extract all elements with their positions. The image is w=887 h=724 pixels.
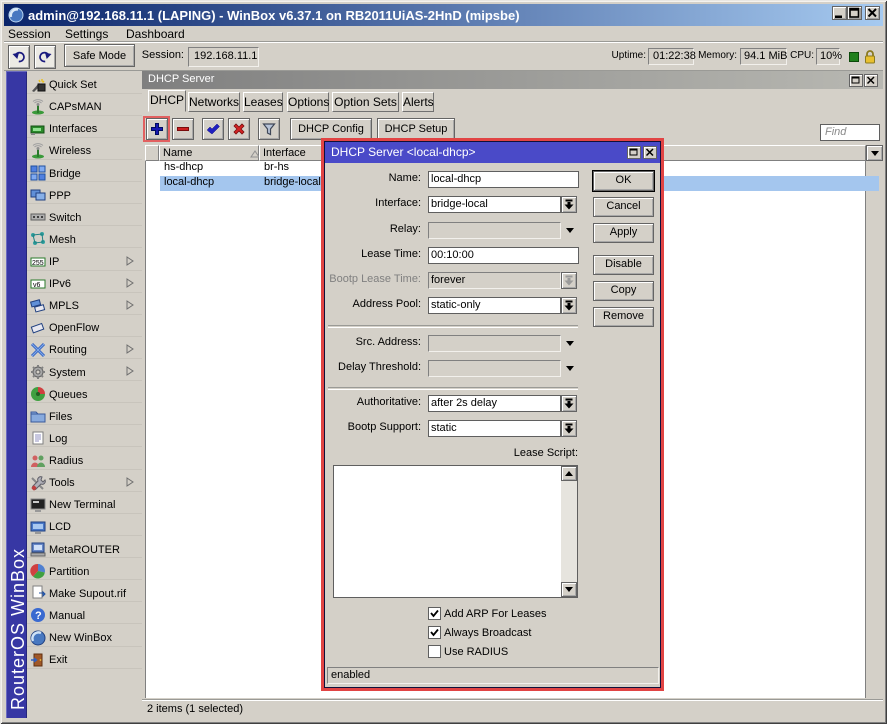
svg-text:?: ? (35, 610, 42, 622)
svg-text:255: 255 (32, 260, 44, 267)
svg-text:v6: v6 (33, 282, 41, 289)
